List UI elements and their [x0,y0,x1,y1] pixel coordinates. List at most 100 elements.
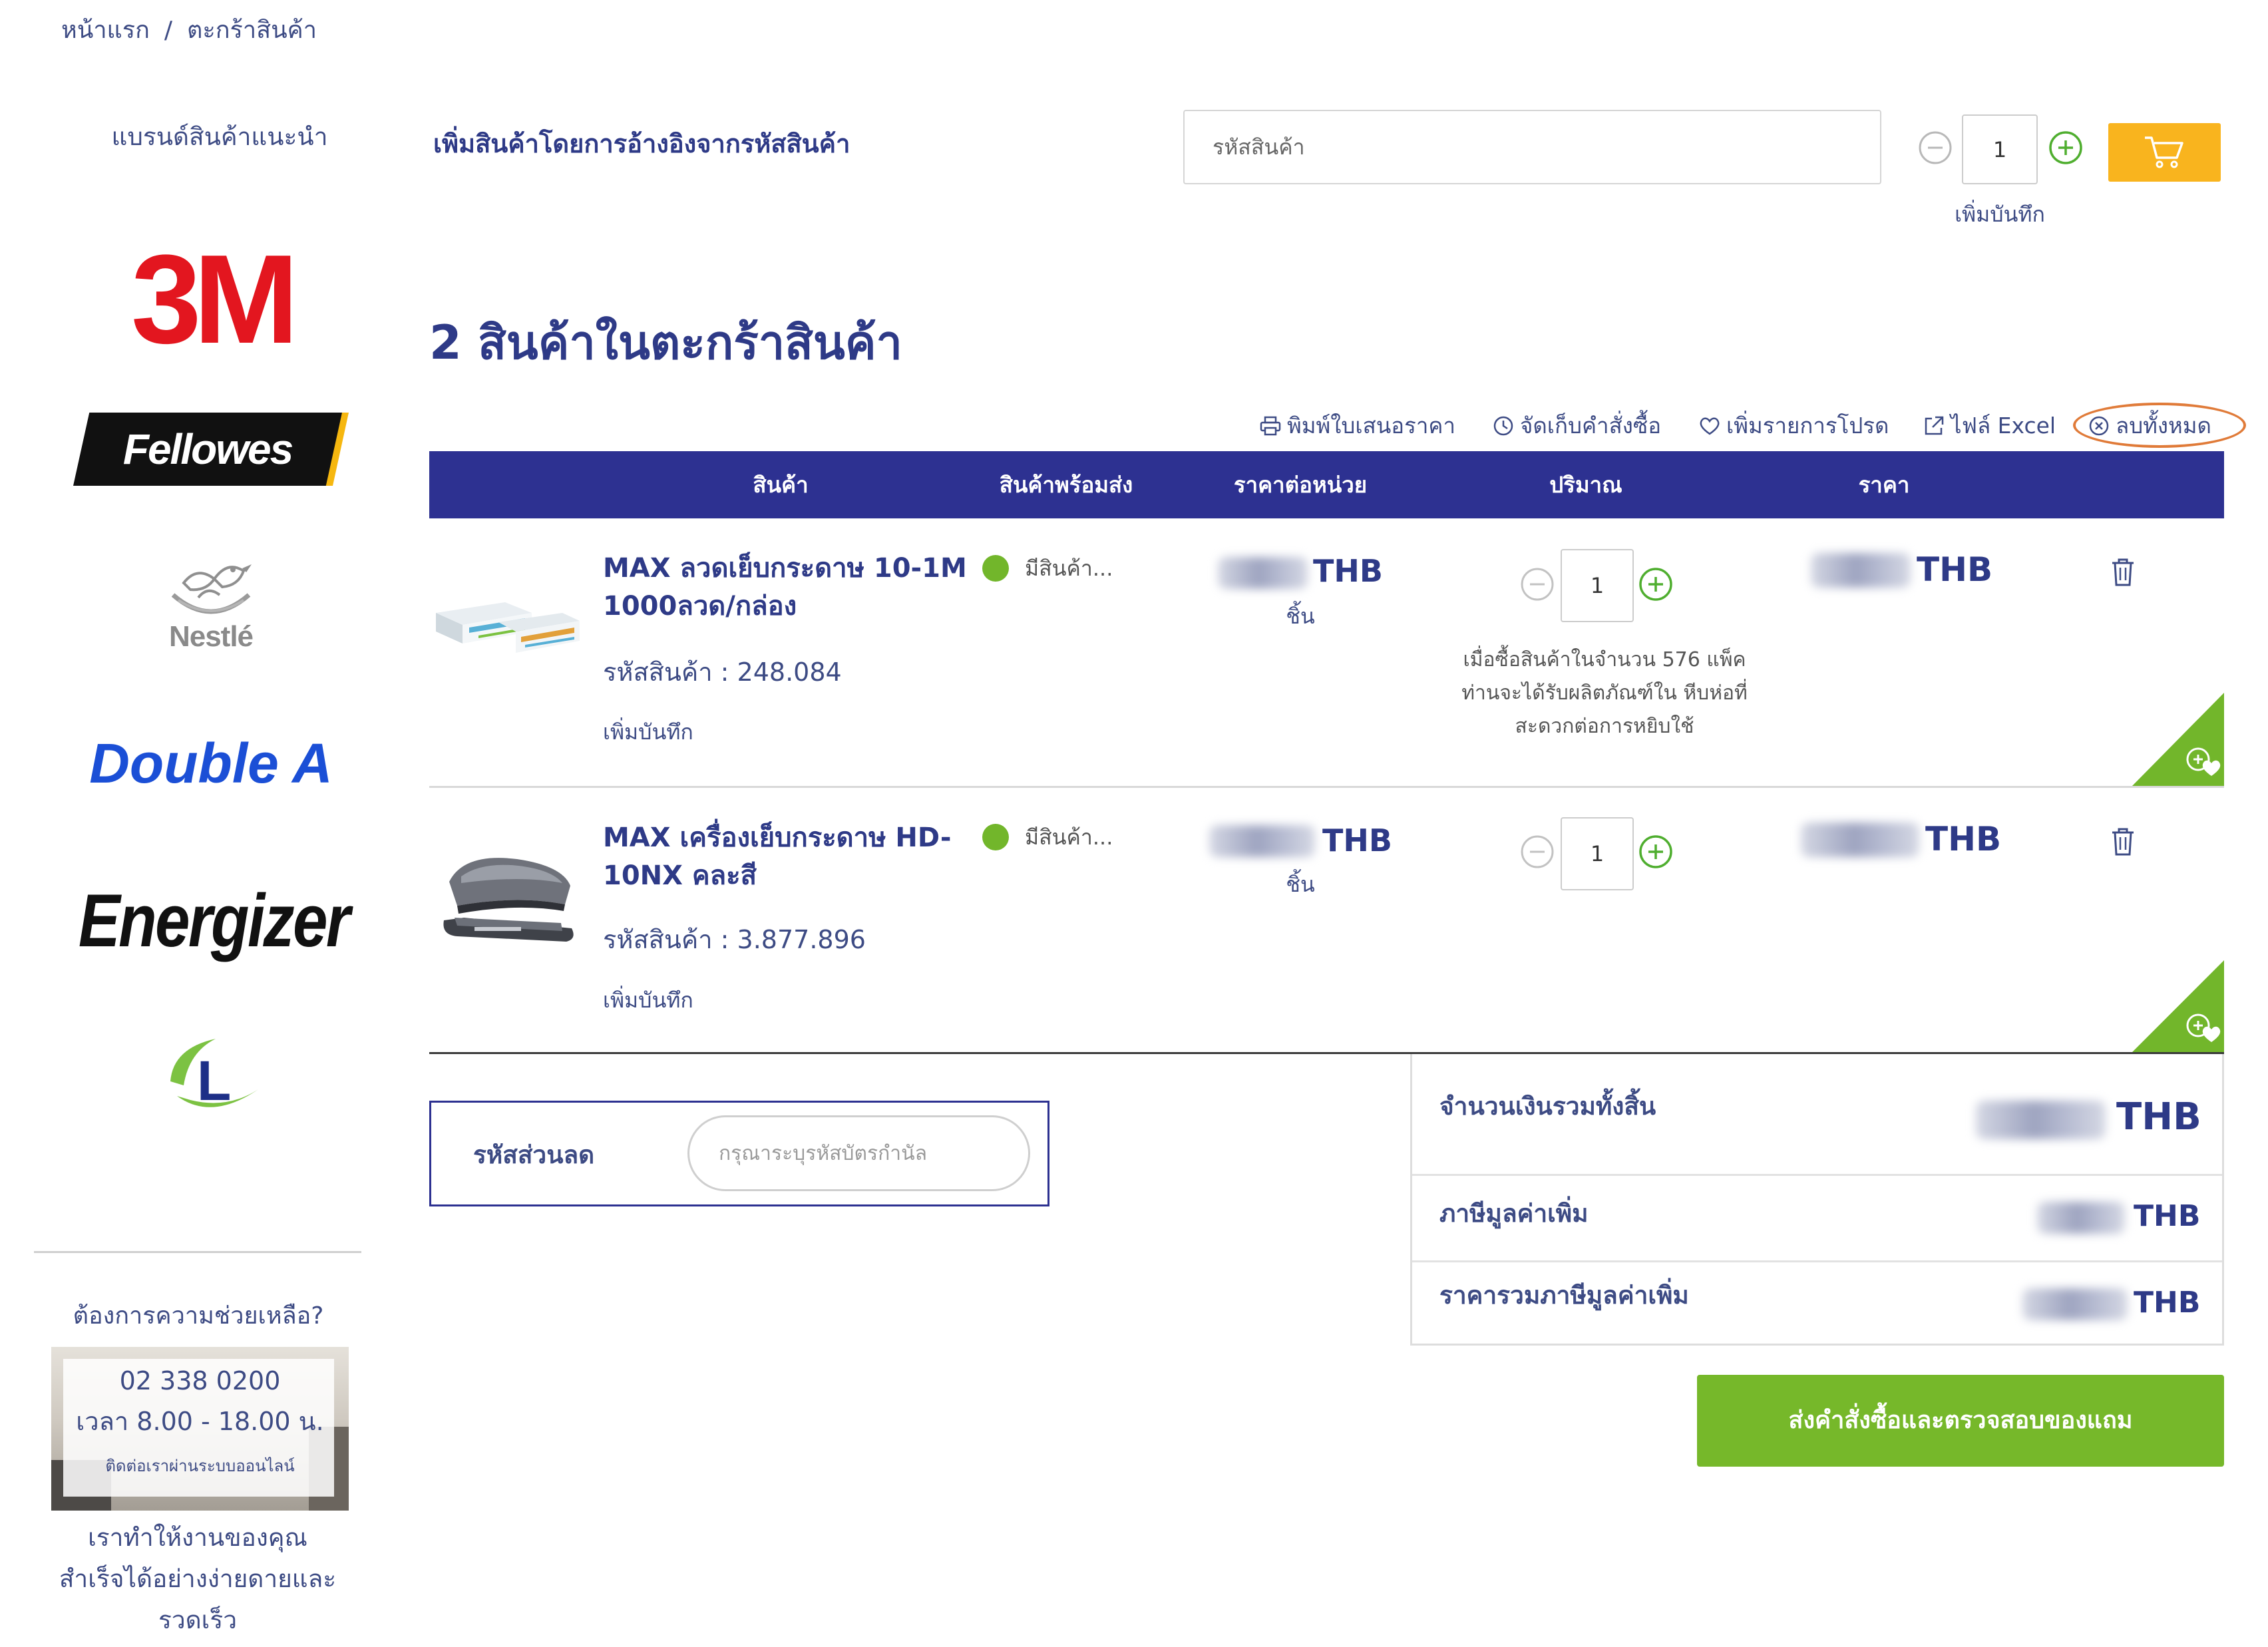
price-redacted [1811,553,1911,588]
breadcrumb: หน้าแรก / ตะกร้าสินค้า [61,15,317,47]
external-link-icon [1925,416,1944,435]
product-image[interactable] [435,839,578,952]
submit-order-button[interactable]: ส่งคำสั่งซื้อและตรวจสอบของแถม [1697,1375,2224,1467]
excel-file-label: ไฟล์ Excel [1951,413,2056,439]
stock-status-label: มีสินค้า... [1025,556,1113,581]
summary-divider [1412,1260,2222,1262]
grand-total-currency: THB [2116,1095,2201,1139]
plus-circle-icon [2049,131,2082,164]
product-name[interactable]: MAX ลวดเย็บกระดาษ 10-1M 1000ลวด/กล่อง [603,550,976,626]
quantity-input[interactable] [1561,817,1634,890]
column-header-quantity: ปริมาณ [1549,472,1622,498]
discount-code-label: รหัสส่วนลด [473,1141,595,1169]
quick-add-increase-button[interactable] [2048,130,2083,165]
product-code: รหัสสินค้า : 3.877.896 [603,925,866,954]
quick-add-decrease-button[interactable] [1918,130,1953,165]
cart-heading: 2 สินค้าในตะกร้าสินค้า [429,315,902,370]
quick-add-title: เพิ่มสินค้าโดยการอ้างอิงจากรหัสสินค้า [433,129,850,158]
brands-title: แบรนด์สินค้าแนะนำ [111,122,328,151]
quick-add-note-link[interactable]: เพิ่มบันทึก [1933,200,2066,229]
decrease-quantity-button[interactable] [1520,567,1555,602]
discount-code-input[interactable] [687,1115,1030,1191]
save-order-label: จัดเก็บคำสั่งซื้อ [1520,413,1662,439]
trash-icon[interactable] [2110,557,2136,588]
nestle-logo-text: Nestlé [168,620,254,653]
add-note-link[interactable]: เพิ่มบันทึก [603,717,693,747]
trash-icon[interactable] [2110,826,2136,857]
column-header-stock: สินค้าพร้อมส่ง [999,472,1133,498]
unit-price-currency: THB [1313,553,1383,589]
brand-logo-nestle[interactable]: Nestlé [158,556,264,661]
cart-item-row: MAX ลวดเย็บกระดาษ 10-1M 1000ลวด/กล่อง รห… [429,518,2224,788]
clock-icon [1493,416,1513,436]
plus-circle-icon [1639,835,1672,868]
summary-divider [1412,1174,2222,1176]
heart-icon [1700,417,1720,435]
total-incl-vat-redacted [2022,1288,2128,1320]
product-image[interactable] [432,578,583,666]
product-code: รหัสสินค้า : 248.084 [603,657,842,687]
add-to-cart-button[interactable] [2108,123,2221,182]
print-quote-label: พิมพ์ใบเสนอราคา [1287,413,1455,439]
help-contact-banner[interactable]: 02 338 0200 เวลา 8.00 - 18.00 น. ติดต่อเ… [51,1347,349,1511]
tagline-line: เราทำให้งานของคุณ [88,1523,307,1552]
printer-icon [1260,416,1281,436]
minus-circle-icon [1521,568,1554,601]
add-favorites-action[interactable]: เพิ่มรายการโปรด [1698,411,1889,441]
stock-status-label: มีสินค้า... [1025,824,1113,850]
price-redacted [1801,823,1919,857]
unit-label: ชิ้น [1286,604,1315,629]
increase-quantity-button[interactable] [1638,567,1673,602]
cart-table-header: สินค้า สินค้าพร้อมส่ง ราคาต่อหน่วย ปริมา… [429,451,2224,518]
help-hours: เวลา 8.00 - 18.00 น. [76,1407,324,1436]
unit-price-redacted [1209,825,1315,857]
add-favorites-label: เพิ่มรายการโปรด [1726,413,1889,439]
breadcrumb-separator: / [164,17,173,44]
highlight-ring [2073,403,2246,448]
lyreco-logo-letter: L [197,1049,231,1112]
save-order-action[interactable]: จัดเก็บคำสั่งซื้อ [1492,411,1661,441]
column-header-price: ราคา [1858,472,1910,498]
total-incl-vat-currency: THB [2134,1286,2201,1320]
brand-logo-energizer[interactable]: Energizer [79,878,351,964]
unit-label: ชิ้น [1286,872,1315,897]
brand-logo-fellowes[interactable]: Fellowes [73,413,349,486]
unit-price-currency: THB [1322,823,1392,858]
add-note-link[interactable]: เพิ่มบันทึก [603,986,693,1015]
add-to-favorites-corner[interactable] [2130,693,2224,788]
quick-add-quantity-input[interactable] [1962,114,2038,184]
plus-circle-icon [1639,568,1672,601]
quantity-pack-note: เมื่อซื้อสินค้าในจำนวน 576 แพ็ค ท่านจะได… [1461,648,1748,738]
excel-file-action[interactable]: ไฟล์ Excel [1923,411,2056,441]
decrease-quantity-button[interactable] [1520,834,1555,869]
tagline-line: สำเร็จได้อย่างง่ายดายและ [59,1564,337,1593]
heart-icon [2202,760,2221,776]
help-phone: 02 338 0200 [119,1366,281,1395]
nest-icon [171,564,252,614]
minus-circle-icon [1521,835,1554,868]
stock-status-dot [982,555,1009,582]
quantity-input[interactable] [1561,549,1634,622]
add-to-favorites-corner[interactable] [2130,960,2224,1054]
cart-icon [2144,136,2183,168]
brand-logo-lyreco[interactable]: L [158,1032,265,1120]
breadcrumb-home[interactable]: หน้าแรก [61,15,150,47]
total-incl-vat-label: ราคารวมภาษีมูลค่าเพิ่ม [1439,1281,1689,1310]
help-online-contact: ติดต่อเราผ่านระบบออนไลน์ [105,1457,295,1475]
vat-redacted [2037,1202,2125,1234]
lyreco-logo-icon: L [170,1039,258,1112]
sidebar-divider [34,1251,361,1253]
grand-total-redacted [1976,1101,2106,1139]
price-currency: THB [1925,820,2002,858]
order-summary: จำนวนเงินรวมทั้งสิ้น THB ภาษีมูลค่าเพิ่ม… [1410,1054,2224,1346]
increase-quantity-button[interactable] [1638,834,1673,869]
brand-logo-double-a[interactable]: Double A [73,732,349,795]
product-name[interactable]: MAX เครื่องเย็บกระดาษ HD-10NX คละสี [603,819,976,895]
column-header-unit-price: ราคาต่อหน่วย [1233,472,1368,498]
help-tagline: เราทำให้งานของคุณ สำเร็จได้อย่างง่ายดายแ… [34,1517,361,1641]
cart-item-row: MAX เครื่องเย็บกระดาษ HD-10NX คละสี รหัส… [429,789,2224,1054]
price-currency: THB [1917,550,1993,589]
print-quote-action[interactable]: พิมพ์ใบเสนอราคา [1259,411,1455,441]
product-code-input[interactable] [1183,110,1881,184]
brand-logo-3m[interactable]: 3M [100,229,322,370]
